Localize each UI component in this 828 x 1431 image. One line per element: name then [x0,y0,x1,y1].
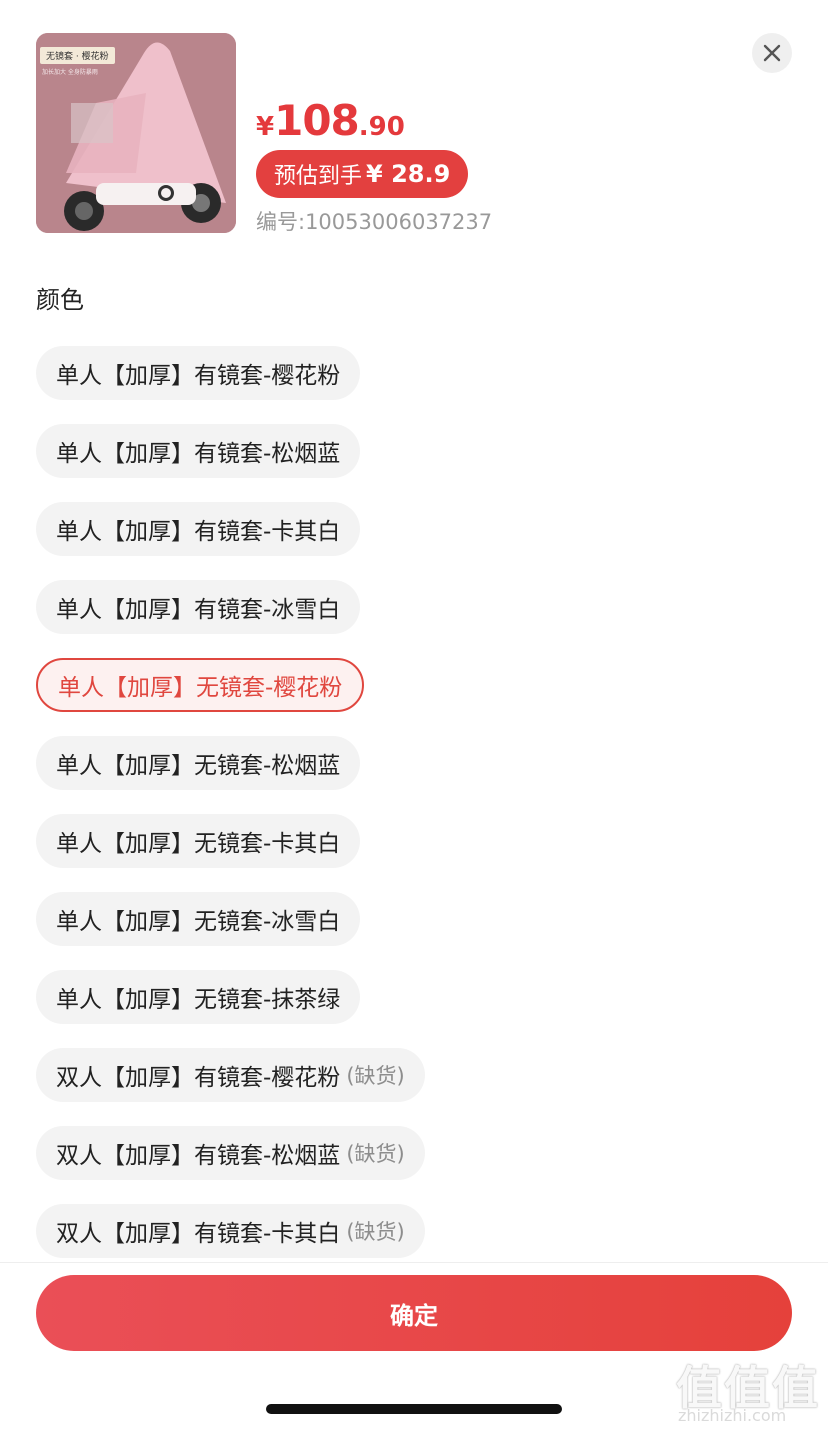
color-option[interactable]: 双人【加厚】有镜套-樱花粉 (缺货) [36,1048,425,1102]
color-option[interactable]: 单人【加厚】无镜套-冰雪白 [36,892,361,946]
confirm-button[interactable]: 确定 [36,1275,792,1351]
color-option-label: 单人【加厚】无镜套-抹茶绿 [56,987,341,1013]
color-option[interactable]: 双人【加厚】有镜套-卡其白 (缺货) [36,1204,425,1258]
close-icon [763,44,781,62]
price-decimal: .90 [358,112,405,142]
color-option-label: 单人【加厚】有镜套-樱花粉 [56,363,341,389]
thumbnail-subtext: 加长加大 全身防暴雨 [42,69,98,76]
estimate-label: 预估到手 [274,164,363,189]
home-indicator [266,1404,562,1414]
color-option[interactable]: 单人【加厚】有镜套-松烟蓝 [36,424,361,478]
estimate-value: ¥ 28.9 [366,160,451,188]
color-option-label: 单人【加厚】无镜套-卡其白 [56,831,341,857]
section-title-color: 颜色 [36,286,84,314]
estimated-price-badge: 预估到手 ¥ 28.9 [256,150,469,198]
watermark-url: zhizhizhi.com [678,1406,787,1425]
color-option[interactable]: 双人【加厚】有镜套-松烟蓝 (缺货) [36,1126,425,1180]
color-option-label: 双人【加厚】有镜套-卡其白 [56,1221,341,1247]
color-option-label: 双人【加厚】有镜套-樱花粉 [56,1065,341,1091]
out-of-stock-label: (缺货) [346,1064,405,1088]
thumbnail-tag: 无镜套 · 樱花粉 [40,47,115,64]
color-option-label: 单人【加厚】无镜套-冰雪白 [56,909,341,935]
footer-divider [0,1262,828,1263]
price: ¥108.90 [256,96,405,145]
color-option[interactable]: 单人【加厚】有镜套-卡其白 [36,502,361,556]
color-option-label: 单人【加厚】有镜套-冰雪白 [56,597,341,623]
color-option[interactable]: 单人【加厚】无镜套-抹茶绿 [36,970,361,1024]
price-integer: 108 [274,96,360,145]
color-option-label: 单人【加厚】有镜套-卡其白 [56,519,341,545]
color-option-label: 单人【加厚】无镜套-樱花粉 [58,675,343,701]
price-currency: ¥ [256,112,275,142]
color-options: 单人【加厚】有镜套-樱花粉 单人【加厚】有镜套-松烟蓝 单人【加厚】有镜套-卡其白单… [36,346,796,1262]
color-option-label: 单人【加厚】无镜套-松烟蓝 [56,753,341,779]
color-option[interactable]: 单人【加厚】无镜套-樱花粉 [36,658,365,712]
close-button[interactable] [752,33,792,73]
product-thumbnail: 无镜套 · 樱花粉 加长加大 全身防暴雨 [36,33,236,233]
out-of-stock-label: (缺货) [346,1220,405,1244]
color-option[interactable]: 单人【加厚】有镜套-樱花粉 [36,346,361,400]
sku-number: 编号:10053006037237 [256,210,493,234]
sku-selector-sheet: 无镜套 · 樱花粉 加长加大 全身防暴雨 ¥108.90 预估到手 ¥ 28.9… [0,0,828,1431]
color-option[interactable]: 单人【加厚】有镜套-冰雪白 [36,580,361,634]
color-option-label: 双人【加厚】有镜套-松烟蓝 [56,1143,341,1169]
color-option[interactable]: 单人【加厚】无镜套-松烟蓝 [36,736,361,790]
color-option[interactable]: 单人【加厚】无镜套-卡其白 [36,814,361,868]
color-option-label: 单人【加厚】有镜套-松烟蓝 [56,441,341,467]
out-of-stock-label: (缺货) [346,1142,405,1166]
